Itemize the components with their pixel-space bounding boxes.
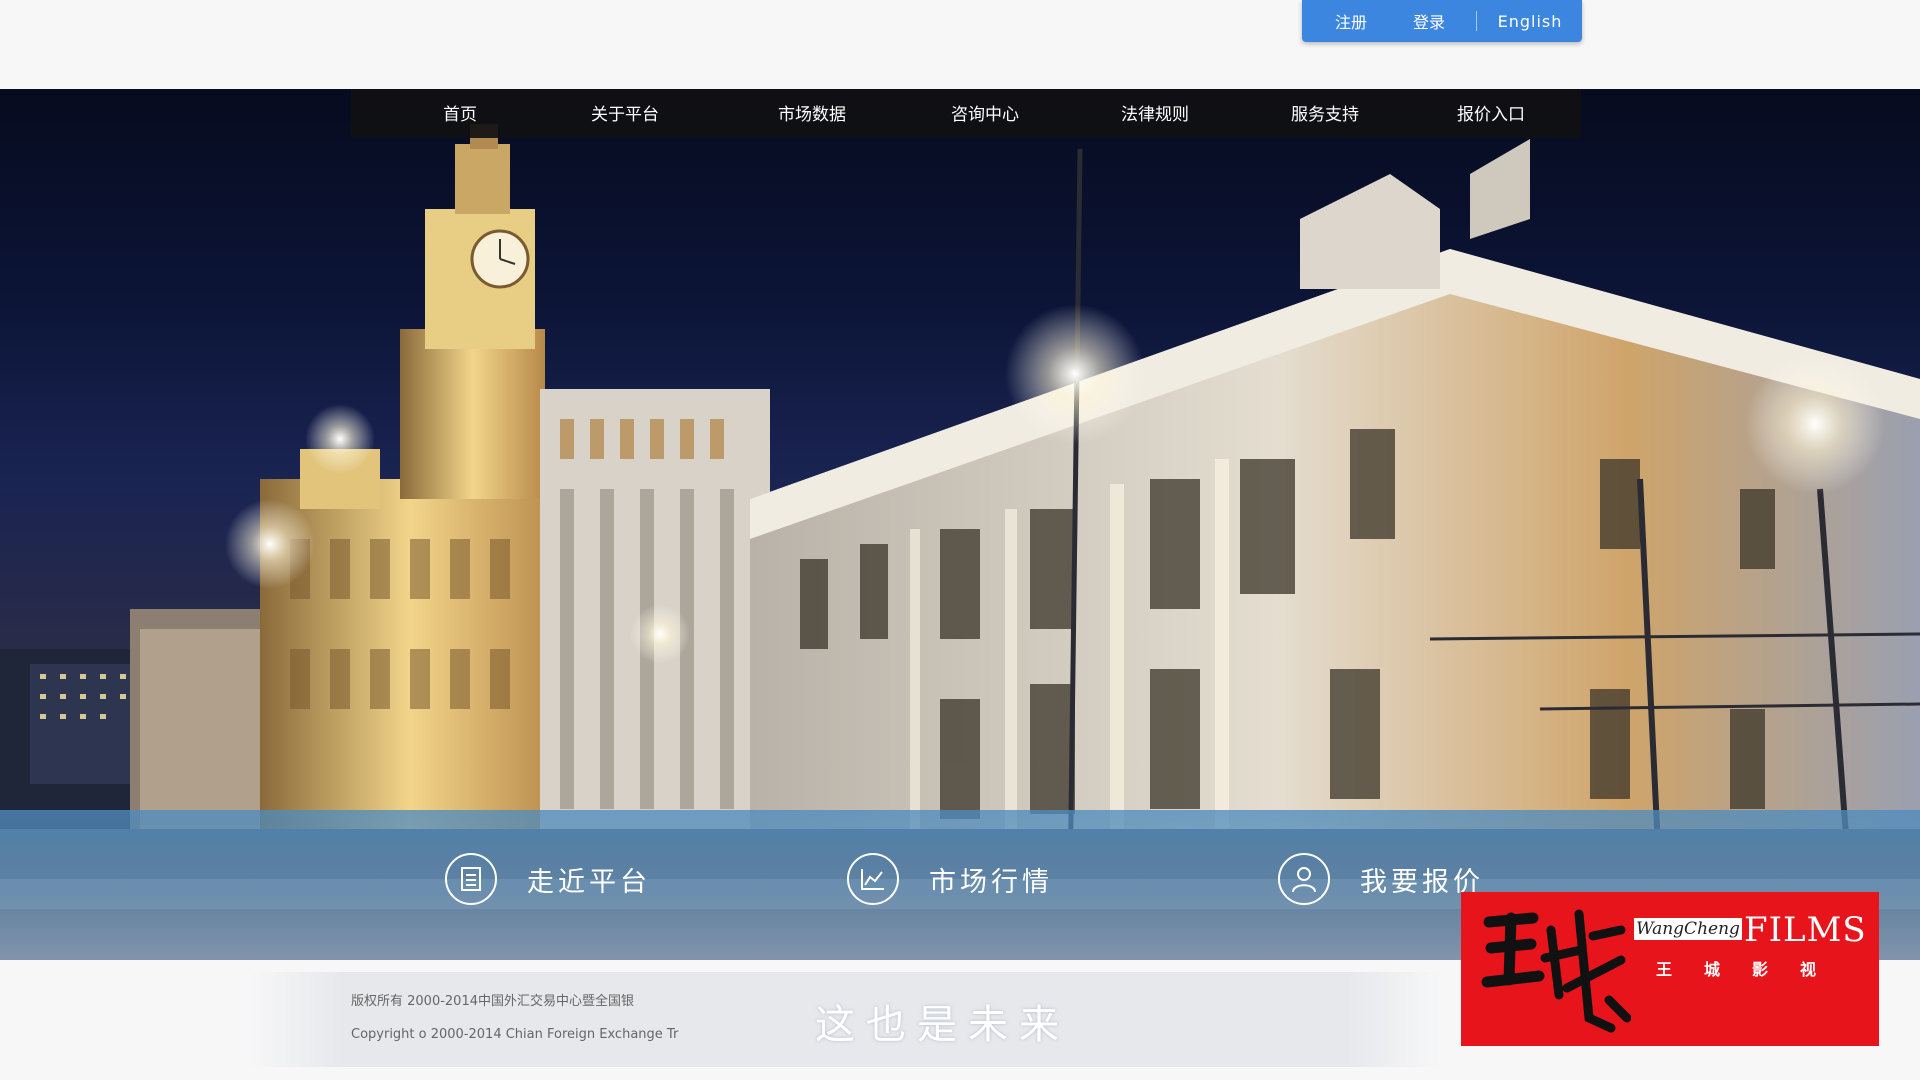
feature-label: 走近平台 [527, 866, 651, 898]
slogan-caption: 这也是未来 [815, 1002, 1070, 1048]
account-bar: 注册 登录 English [1302, 0, 1582, 42]
nav-item-market[interactable]: 市场数据 [778, 89, 846, 138]
nav-item-service[interactable]: 服务支持 [1291, 89, 1359, 138]
nav-item-consult[interactable]: 咨询中心 [951, 89, 1019, 138]
calligraphy-logo [1481, 909, 1631, 1033]
nav-item-home[interactable]: 首页 [443, 89, 477, 138]
top-bar: 注册 登录 English [0, 0, 1920, 89]
document-icon [445, 853, 497, 905]
login-link[interactable]: 登录 [1390, 9, 1468, 33]
feature-submit-quote[interactable]: 我要报价 [1278, 853, 1484, 905]
user-icon [1278, 853, 1330, 905]
chart-line-icon [847, 853, 899, 905]
nav-item-about[interactable]: 关于平台 [591, 89, 659, 138]
divider [1476, 11, 1477, 31]
hero-banner: 首页 关于平台 市场数据 咨询中心 法律规则 服务支持 报价入口 走近平台 市场… [0, 89, 1920, 960]
feature-label: 市场行情 [929, 866, 1053, 898]
nav-item-legal[interactable]: 法律规则 [1121, 89, 1189, 138]
register-link[interactable]: 注册 [1312, 9, 1390, 33]
copyright-en: Copyright o 2000-2014 Chian Foreign Exch… [351, 1027, 679, 1042]
brand-films: FILMS [1744, 910, 1867, 950]
watermark-logo: WangCheng FILMS 王城影视 [1461, 892, 1879, 1046]
brand-tag: WangCheng [1634, 918, 1742, 940]
language-switch-link[interactable]: English [1485, 12, 1575, 31]
nav-item-quote[interactable]: 报价入口 [1457, 89, 1525, 138]
feature-market-quotes[interactable]: 市场行情 [847, 853, 1053, 905]
copyright-cn: 版权所有 2000-2014中国外汇交易中心暨全国银 [351, 994, 634, 1009]
main-nav: 首页 关于平台 市场数据 咨询中心 法律规则 服务支持 报价入口 [351, 89, 1581, 138]
brand-subtitle: 王城影视 [1656, 960, 1849, 979]
feature-about-platform[interactable]: 走近平台 [445, 853, 651, 905]
